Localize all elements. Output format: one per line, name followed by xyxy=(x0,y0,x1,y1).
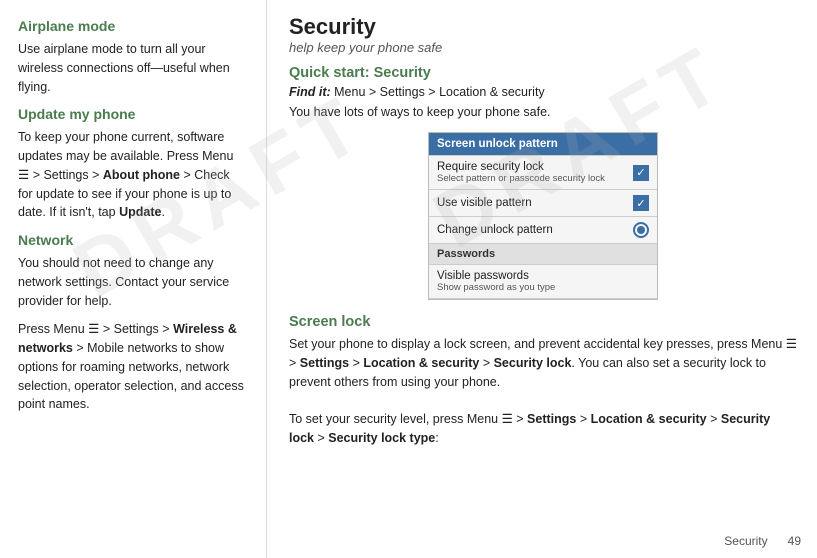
network-body-2: Press Menu ☰ > Settings > Wireless & net… xyxy=(18,320,246,414)
left-column: Airplane mode Use airplane mode to turn … xyxy=(0,0,267,558)
widget-row-visible-passwords: Visible passwords Show password as you t… xyxy=(429,265,657,299)
visible-passwords-main-label: Visible passwords xyxy=(437,270,555,282)
update-bold: Update xyxy=(119,205,161,219)
update-phone-heading: Update my phone xyxy=(18,106,246,122)
require-sub-label: Select pattern or passcode security lock xyxy=(437,173,605,184)
screen-lock-text-2: To set your security level, press Menu ☰… xyxy=(289,412,770,445)
passwords-header-label: Passwords xyxy=(437,248,495,260)
update-text-1: To keep your phone current, software upd… xyxy=(18,130,233,163)
security-lock-type-bold: Security lock type xyxy=(328,431,435,445)
change-unlock-main-label: Change unlock pattern xyxy=(437,224,553,236)
quick-start-title: Quick start: Security xyxy=(289,65,797,81)
find-it-label: Find it: xyxy=(289,85,331,99)
network-text-3: > Settings > xyxy=(103,322,170,336)
about-phone-bold: About phone xyxy=(103,168,180,182)
change-unlock-label-group: Change unlock pattern xyxy=(437,224,553,236)
change-unlock-radio[interactable] xyxy=(633,222,649,238)
network-heading: Network xyxy=(18,232,246,248)
settings-bold-1: Settings xyxy=(300,356,349,370)
footer-label: Security xyxy=(724,534,767,548)
find-it-line: Find it: Menu > Settings > Location & se… xyxy=(289,85,797,99)
update-phone-body: To keep your phone current, software upd… xyxy=(18,128,246,222)
loc-sec-bold-1: Location & security xyxy=(363,356,479,370)
airplane-mode-heading: Airplane mode xyxy=(18,18,246,34)
visible-pattern-main-label: Use visible pattern xyxy=(437,197,532,209)
visible-passwords-label-group: Visible passwords Show password as you t… xyxy=(437,270,555,293)
widget-row-visible-pattern: Use visible pattern ✓ xyxy=(429,190,657,217)
phone-widget: Screen unlock pattern Require security l… xyxy=(428,132,658,300)
screen-lock-body: Set your phone to display a lock screen,… xyxy=(289,335,797,448)
visible-pattern-label-group: Use visible pattern xyxy=(437,197,532,209)
require-label-group: Require security lock Select pattern or … xyxy=(437,161,605,184)
widget-row-change-unlock: Change unlock pattern xyxy=(429,217,657,244)
loc-sec-bold-2: Location & security xyxy=(591,412,707,426)
security-lock-bold-1: Security lock xyxy=(494,356,572,370)
footer-page-num: 49 xyxy=(788,534,801,548)
widget-header: Screen unlock pattern xyxy=(429,133,657,156)
widget-passwords-header: Passwords xyxy=(429,244,657,265)
require-main-label: Require security lock xyxy=(437,161,605,173)
screen-lock-title: Screen lock xyxy=(289,314,797,330)
network-body-1: You should not need to change any networ… xyxy=(18,254,246,310)
visible-pattern-checkbox[interactable]: ✓ xyxy=(633,195,649,211)
airplane-mode-body: Use airplane mode to turn all your wirel… xyxy=(18,40,246,96)
page-subtitle: help keep your phone safe xyxy=(289,40,797,55)
widget-row-require: Require security lock Select pattern or … xyxy=(429,156,657,190)
screen-lock-text-1: Set your phone to display a lock screen,… xyxy=(289,337,797,389)
require-checkbox[interactable]: ✓ xyxy=(633,165,649,181)
page-title: Security xyxy=(289,14,797,40)
update-text-2: > Settings > xyxy=(33,168,100,182)
find-it-text: Menu > Settings > Location & security xyxy=(334,85,545,99)
intro-text: You have lots of ways to keep your phone… xyxy=(289,103,797,122)
page-footer: Security 49 xyxy=(724,534,801,548)
network-text-2: Press Menu xyxy=(18,322,85,336)
right-column: Security help keep your phone safe Quick… xyxy=(267,0,817,558)
settings-bold-2: Settings xyxy=(527,412,576,426)
visible-passwords-sub-label: Show password as you type xyxy=(437,282,555,293)
